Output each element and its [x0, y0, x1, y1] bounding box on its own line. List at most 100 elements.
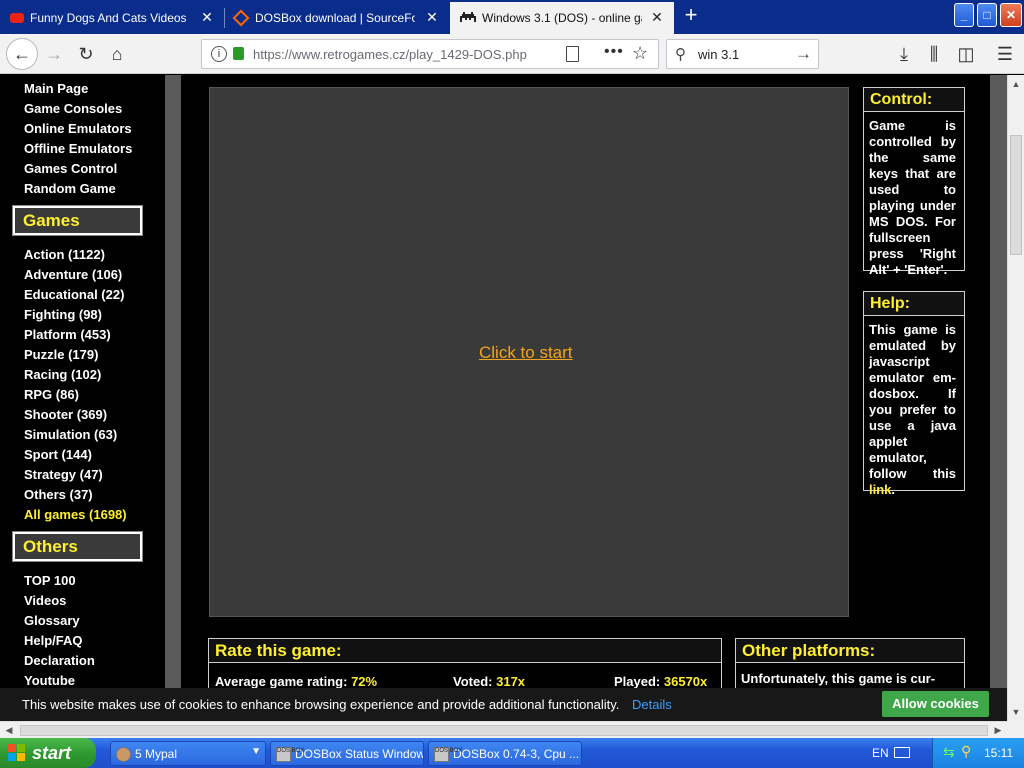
average-rating-label: Average game rating:: [215, 674, 348, 689]
scroll-right-icon[interactable]: ▶: [992, 724, 1004, 736]
nav-genre-simulation[interactable]: Simulation (63): [24, 427, 117, 442]
allow-cookies-button[interactable]: Allow cookies: [882, 691, 989, 717]
tab-windows31[interactable]: Windows 3.1 (DOS) - online game ✕: [450, 2, 674, 34]
nav-genre-sport[interactable]: Sport (144): [24, 447, 92, 462]
voted-count: Voted: 317x: [453, 674, 525, 689]
scroll-up-icon[interactable]: ▲: [1010, 78, 1022, 90]
nav-main-page[interactable]: Main Page: [24, 81, 88, 96]
search-bar[interactable]: ⚲ win 3.1 →: [666, 39, 819, 69]
control-text: Game is controlled by the same keys that…: [869, 118, 956, 277]
menu-button[interactable]: ☰: [991, 40, 1019, 68]
reload-button[interactable]: ↻: [72, 40, 100, 68]
help-text-body: This game is emulated by javascript emul…: [869, 322, 956, 481]
close-tab-icon[interactable]: ✕: [200, 10, 214, 24]
nav-genre-educational[interactable]: Educational (22): [24, 287, 124, 302]
horizontal-scroll-thumb[interactable]: [20, 725, 988, 736]
search-go-icon[interactable]: →: [795, 44, 812, 64]
dosbox-icon: DOS BOX: [434, 747, 462, 762]
nav-offline-emulators[interactable]: Offline Emulators: [24, 141, 132, 156]
nav-games-control[interactable]: Games Control: [24, 161, 117, 176]
arrow-right-icon: →: [45, 44, 63, 64]
nav-help-faq[interactable]: Help/FAQ: [24, 633, 83, 648]
search-tray-icon[interactable]: ⚲: [961, 743, 971, 760]
nav-videos[interactable]: Videos: [24, 593, 66, 608]
help-heading: Help:: [864, 292, 964, 316]
url-text[interactable]: https://www.retrogames.cz/play_1429-DOS.…: [253, 47, 529, 62]
language-indicator[interactable]: EN: [872, 746, 889, 760]
help-box: Help: This game is emulated by javascrip…: [863, 291, 965, 497]
close-tab-icon[interactable]: ✕: [425, 10, 439, 24]
forward-button[interactable]: →: [40, 40, 68, 68]
url-bar[interactable]: i https://www.retrogames.cz/play_1429-DO…: [201, 39, 659, 69]
new-tab-button[interactable]: +: [680, 4, 702, 27]
voted-label: Voted:: [453, 674, 493, 689]
network-icon[interactable]: ⇆: [943, 744, 955, 761]
tab-title: DOSBox download | SourceForge.net: [255, 11, 415, 25]
minimize-button[interactable]: _: [954, 3, 974, 27]
tab-title: Funny Dogs And Cats Videos 2023: [30, 11, 190, 25]
nav-genre-shooter[interactable]: Shooter (369): [24, 407, 107, 422]
nav-genre-others[interactable]: Others (37): [24, 487, 93, 502]
voted-value: 317x: [496, 674, 526, 689]
start-button[interactable]: start: [0, 738, 96, 768]
nav-random-game[interactable]: Random Game: [24, 181, 116, 196]
sidebar-button[interactable]: ◫: [952, 40, 980, 68]
taskbar-item-mypal[interactable]: 5 Mypal ▼: [110, 741, 266, 766]
taskbar-item-dosbox-cpu[interactable]: DOS BOX DOSBox 0.74-3, Cpu ...: [428, 741, 582, 766]
home-button[interactable]: ⌂: [103, 40, 131, 68]
nav-game-consoles[interactable]: Game Consoles: [24, 101, 122, 116]
page-content: Main Page Game Consoles Online Emulators…: [0, 75, 1007, 721]
control-heading: Control:: [864, 88, 964, 112]
maximize-button[interactable]: □: [977, 3, 997, 27]
nav-genre-adventure[interactable]: Adventure (106): [24, 267, 122, 282]
library-button[interactable]: ⫼: [920, 40, 948, 68]
nav-genre-racing[interactable]: Racing (102): [24, 367, 101, 382]
nav-declaration[interactable]: Declaration: [24, 653, 95, 668]
more-actions-icon[interactable]: •••: [604, 43, 624, 61]
nav-online-emulators[interactable]: Online Emulators: [24, 121, 132, 136]
nav-genre-fighting[interactable]: Fighting (98): [24, 307, 102, 322]
tab-title: Windows 3.1 (DOS) - online game: [482, 11, 642, 25]
taskbar-item-dosbox-status[interactable]: DOS BOX DOSBox Status Window: [270, 741, 424, 766]
click-to-start-link[interactable]: Click to start: [479, 343, 573, 363]
system-tray: ⇆ ⚲ 15:11: [932, 738, 1024, 768]
download-icon: ⤓: [900, 44, 908, 64]
nav-all-games[interactable]: All games (1698): [24, 507, 127, 522]
nav-youtube[interactable]: Youtube: [24, 673, 75, 688]
played-count: Played: 36570x: [614, 674, 707, 689]
downloads-button[interactable]: ⤓: [890, 40, 918, 68]
library-icon: ⫼: [929, 44, 939, 64]
average-rating-value: 72%: [351, 674, 378, 689]
scroll-left-icon[interactable]: ◀: [3, 724, 15, 736]
tab-strip: Funny Dogs And Cats Videos 2023 ✕ DOSBox…: [0, 0, 1024, 34]
close-window-button[interactable]: ✕: [1000, 3, 1022, 27]
rate-heading: Rate this game:: [209, 639, 721, 663]
vertical-scroll-thumb[interactable]: [1010, 135, 1022, 255]
played-label: Played:: [614, 674, 661, 689]
nav-genre-puzzle[interactable]: Puzzle (179): [24, 347, 98, 362]
played-value: 36570x: [663, 674, 708, 689]
scroll-down-icon[interactable]: ▼: [1010, 706, 1022, 718]
scroll-corner: [1007, 721, 1024, 738]
sourceforge-icon: [232, 9, 250, 27]
nav-genre-strategy[interactable]: Strategy (47): [24, 467, 103, 482]
tab-sourceforge[interactable]: DOSBox download | SourceForge.net ✕: [225, 2, 449, 34]
back-button[interactable]: ←: [6, 38, 38, 70]
info-icon[interactable]: i: [211, 46, 227, 62]
bookmark-star-icon[interactable]: ☆: [632, 43, 648, 64]
nav-glossary[interactable]: Glossary: [24, 613, 80, 628]
nav-genre-action[interactable]: Action (1122): [24, 247, 105, 262]
java-applet-link[interactable]: link: [869, 482, 891, 497]
nav-genre-platform[interactable]: Platform (453): [24, 327, 111, 342]
keyboard-icon[interactable]: [894, 747, 910, 758]
tab-youtube[interactable]: Funny Dogs And Cats Videos 2023 ✕: [0, 2, 224, 34]
space-invader-icon: [460, 12, 476, 24]
close-tab-icon[interactable]: ✕: [650, 10, 664, 24]
vertical-scrollbar[interactable]: ▲ ▼: [1007, 75, 1024, 721]
nav-top-100[interactable]: TOP 100: [24, 573, 76, 588]
nav-genre-rpg[interactable]: RPG (86): [24, 387, 79, 402]
cookie-details-link[interactable]: Details: [632, 697, 672, 712]
horizontal-scrollbar[interactable]: ◀ ▶: [0, 721, 1007, 738]
reader-view-icon[interactable]: [566, 46, 579, 62]
search-input[interactable]: win 3.1: [698, 47, 739, 62]
